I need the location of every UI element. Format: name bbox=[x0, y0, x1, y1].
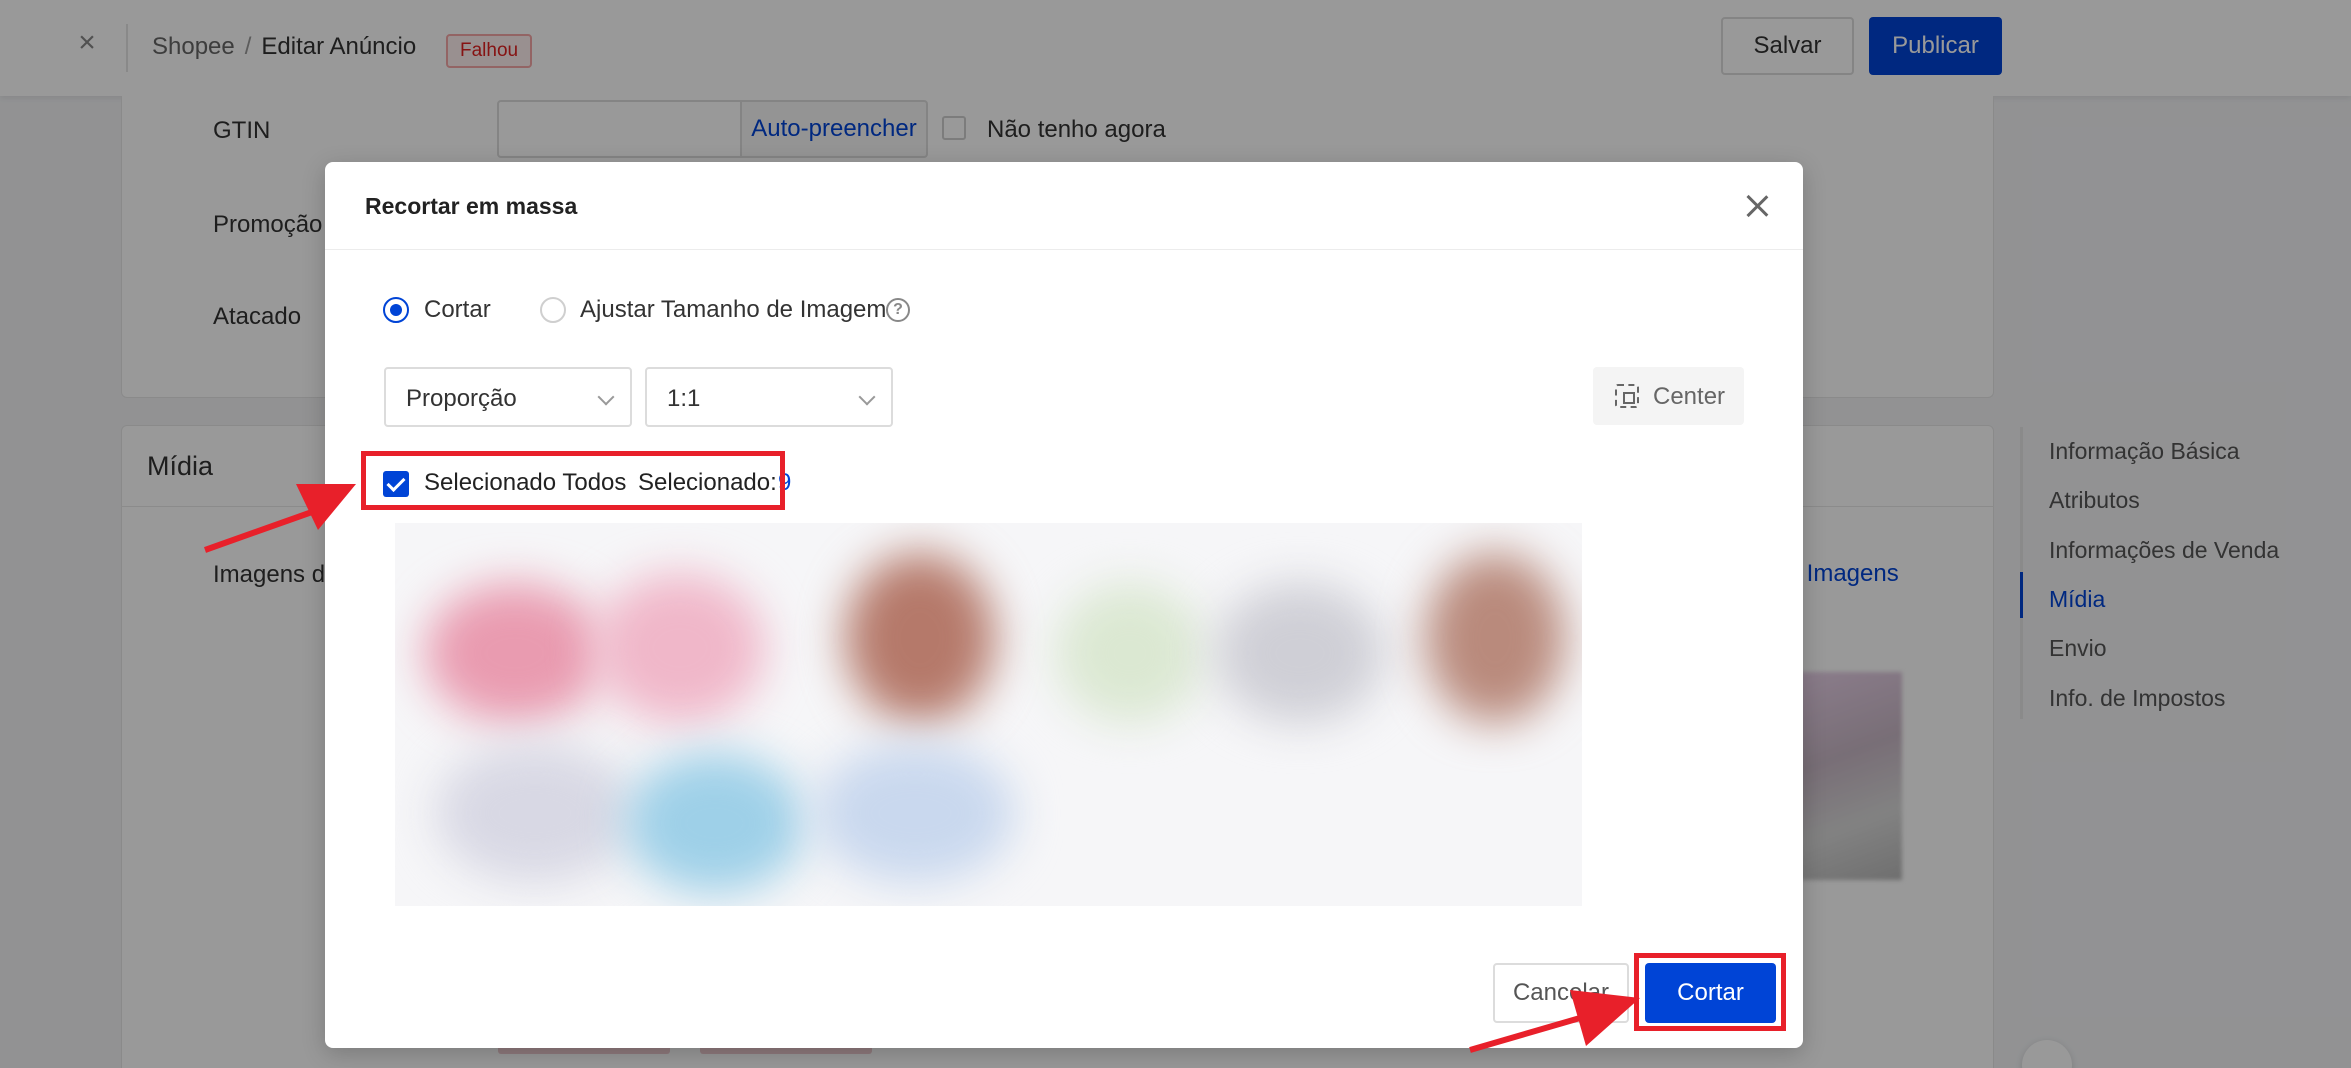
crop-type-value: Proporção bbox=[406, 385, 517, 412]
help-circle-icon[interactable]: ? bbox=[886, 298, 910, 322]
ratio-select[interactable]: 1:1 bbox=[645, 367, 893, 427]
annotation-highlight-crop-button bbox=[1634, 953, 1786, 1031]
center-label: Center bbox=[1653, 383, 1726, 410]
image-blur bbox=[1215, 583, 1385, 723]
cancel-button[interactable]: Cancelar bbox=[1493, 963, 1629, 1023]
blurred-image-grid[interactable] bbox=[395, 523, 1582, 906]
annotation-highlight-select-all bbox=[361, 451, 785, 510]
image-blur bbox=[595, 573, 765, 723]
image-blur bbox=[625, 753, 805, 893]
radio-resize[interactable] bbox=[540, 297, 566, 323]
center-button[interactable]: Center bbox=[1593, 367, 1744, 425]
center-focus-icon bbox=[1615, 384, 1639, 408]
image-blur bbox=[435, 743, 635, 883]
radio-crop[interactable] bbox=[383, 297, 409, 323]
modal-header: Recortar em massa bbox=[325, 162, 1803, 250]
radio-resize-label[interactable]: Ajustar Tamanho de Imagem bbox=[580, 296, 886, 324]
ratio-value: 1:1 bbox=[667, 385, 701, 412]
close-icon[interactable] bbox=[1741, 190, 1773, 222]
modal-title: Recortar em massa bbox=[365, 193, 578, 219]
radio-crop-label[interactable]: Cortar bbox=[424, 296, 491, 324]
image-blur bbox=[1055, 583, 1205, 723]
chevron-down-icon bbox=[858, 388, 876, 406]
chevron-down-icon bbox=[597, 388, 615, 406]
crop-type-select[interactable]: Proporção bbox=[384, 367, 632, 427]
image-blur bbox=[425, 583, 605, 723]
image-blur bbox=[815, 743, 1015, 883]
image-blur bbox=[1425, 553, 1565, 723]
image-blur bbox=[845, 553, 995, 723]
